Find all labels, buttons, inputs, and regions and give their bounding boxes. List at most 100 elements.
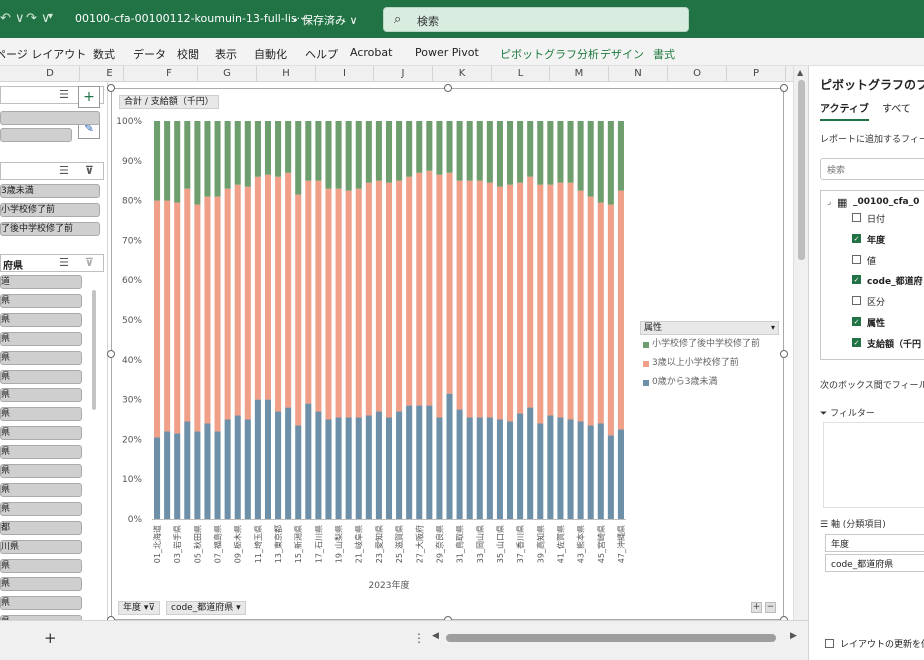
scroll-right-icon[interactable]: ▶ bbox=[790, 631, 797, 641]
field-checkbox[interactable]: ✓ bbox=[852, 337, 861, 347]
column-header[interactable]: N bbox=[609, 66, 668, 82]
tab-all[interactable]: すべて bbox=[882, 100, 911, 115]
slicer3-item[interactable]: 県 bbox=[0, 464, 82, 478]
field-checkbox[interactable] bbox=[852, 254, 861, 264]
table-node[interactable]: ⌟ ▦ _00100_cfa_0 bbox=[827, 196, 919, 209]
tab-active[interactable]: アクティブ bbox=[820, 100, 869, 121]
slicer1-item[interactable] bbox=[0, 128, 72, 142]
clear-filter-icon[interactable]: ⊽ bbox=[85, 256, 94, 269]
worksheet-grid[interactable]: 合計 / 支給額（千円） 0% 10% 20% 30% 40% 50% 60% 70% 80% 9… bbox=[107, 82, 793, 624]
multi-select-icon[interactable]: ☰ bbox=[59, 256, 69, 269]
ribbon-tab[interactable]: データ bbox=[133, 46, 166, 62]
column-header[interactable]: H bbox=[257, 66, 316, 82]
filter-drop-area[interactable] bbox=[823, 422, 924, 508]
column-header[interactable]: D bbox=[21, 66, 80, 82]
slicer1-item[interactable] bbox=[0, 111, 100, 125]
slicer3-scrollbar[interactable] bbox=[92, 290, 96, 410]
axis-item-pref[interactable]: code_都道府県 bbox=[825, 554, 924, 572]
slicer3-item[interactable]: 県 bbox=[0, 558, 82, 573]
slicer3-item[interactable]: 県 bbox=[0, 577, 82, 592]
column-header[interactable]: I bbox=[316, 66, 374, 82]
field-checkbox[interactable] bbox=[852, 213, 861, 222]
redo-icon[interactable]: ↷ ∨ bbox=[26, 11, 51, 26]
resize-handle[interactable] bbox=[780, 350, 788, 358]
scroll-left-icon[interactable]: ◀ bbox=[432, 631, 439, 641]
customize-qat-icon[interactable]: ▾ bbox=[48, 11, 53, 22]
scroll-up-icon[interactable]: ▲ bbox=[797, 68, 803, 77]
slicer3-item[interactable]: 県 bbox=[0, 369, 82, 384]
field-checkbox[interactable]: ✓ bbox=[852, 233, 861, 243]
axis-field-button-pref[interactable]: code_都道府県 ▾ bbox=[166, 601, 246, 615]
slicer3-item[interactable]: 県 bbox=[0, 388, 82, 403]
column-header[interactable]: E bbox=[96, 66, 124, 82]
slicer3-item[interactable]: 川県 bbox=[0, 539, 82, 554]
horizontal-scroll-thumb[interactable] bbox=[446, 634, 776, 642]
pivot-chart[interactable]: 合計 / 支給額（千円） 0% 10% 20% 30% 40% 50% 60% 70% 80% 9… bbox=[111, 88, 784, 620]
slicer3-item[interactable]: 県 bbox=[0, 331, 82, 346]
collapse-field-button[interactable]: − bbox=[765, 602, 776, 613]
search-box[interactable]: ⌕ 検索 bbox=[383, 7, 689, 32]
ribbon-tab[interactable]: ヘルプ bbox=[305, 46, 338, 62]
slicer2-item[interactable]: 了後中学校修了前 bbox=[0, 222, 100, 236]
ribbon-context-tab[interactable]: 書式 bbox=[653, 46, 675, 62]
vertical-scrollbar[interactable]: ▲ ▼ bbox=[793, 66, 808, 638]
clear-filter-icon[interactable]: ⊽ bbox=[85, 164, 94, 177]
field-checkbox[interactable] bbox=[852, 296, 861, 306]
collapse-icon[interactable]: ⌟ bbox=[827, 197, 831, 207]
slicer2-item[interactable]: 3歳未満 bbox=[0, 184, 100, 198]
horizontal-scrollbar[interactable]: ◀ ▶ bbox=[430, 631, 802, 645]
slicer3-item[interactable]: 県 bbox=[0, 501, 82, 516]
undo-icon[interactable]: ↶ ∨ bbox=[0, 11, 25, 26]
slicer3-item[interactable]: 県 bbox=[0, 596, 82, 611]
legend-field-button[interactable]: 属性 ▾ bbox=[640, 321, 779, 335]
add-icon[interactable]: + bbox=[78, 86, 100, 108]
slicer3-item[interactable]: 道 bbox=[0, 275, 82, 289]
slicer3-item[interactable]: 県 bbox=[0, 293, 82, 308]
slicer3-item[interactable]: 県 bbox=[0, 312, 82, 327]
add-sheet-button[interactable]: + bbox=[44, 629, 57, 647]
column-header[interactable]: K bbox=[433, 66, 492, 82]
slicer2-item[interactable]: 小学校修了前 bbox=[0, 203, 100, 217]
resize-handle[interactable] bbox=[107, 350, 115, 358]
resize-handle[interactable] bbox=[780, 84, 788, 92]
ribbon-context-tab[interactable]: ピボットグラフ分析 bbox=[500, 46, 599, 62]
column-header[interactable]: L bbox=[492, 66, 550, 82]
ribbon-tab[interactable]: 表示 bbox=[215, 46, 237, 62]
ribbon-context-tab[interactable]: デザイン bbox=[600, 46, 644, 62]
slicer3-header[interactable]: 府県 ☰ ⊽ bbox=[0, 254, 104, 272]
field-search-input[interactable]: 検索 bbox=[820, 158, 924, 180]
column-header[interactable]: F bbox=[141, 66, 198, 82]
slicer3-item[interactable]: 県 bbox=[0, 426, 82, 441]
save-status[interactable]: • 保存済み ∨ bbox=[292, 12, 358, 28]
more-options-icon[interactable]: ⋮ bbox=[413, 631, 425, 645]
chart-legend[interactable]: 属性 ▾ 小学校修了後中学校修了前 3歳以上小学校修了前 0歳から3歳未満 bbox=[640, 321, 779, 392]
ribbon-tab[interactable]: ページ レイアウト bbox=[0, 46, 86, 62]
field-checkbox[interactable]: ✓ bbox=[852, 275, 861, 285]
slicer3-item[interactable]: 県 bbox=[0, 407, 82, 422]
multi-select-icon[interactable]: ☰ bbox=[59, 164, 69, 177]
slicer2-header[interactable]: ☰ ⊽ bbox=[0, 162, 104, 180]
multi-select-icon[interactable]: ☰ bbox=[59, 88, 69, 101]
column-header[interactable]: M bbox=[550, 66, 609, 82]
column-header[interactable]: G bbox=[198, 66, 257, 82]
slicer3-item[interactable]: 県 bbox=[0, 482, 82, 497]
ribbon-tab[interactable]: 自動化 bbox=[254, 46, 287, 62]
ribbon-tab[interactable]: 校閲 bbox=[177, 46, 199, 62]
resize-handle[interactable] bbox=[444, 84, 452, 92]
field-checkbox[interactable]: ✓ bbox=[852, 317, 861, 326]
ribbon-tab[interactable]: Power Pivot bbox=[415, 46, 479, 59]
resize-handle[interactable] bbox=[107, 84, 115, 92]
column-header[interactable]: P bbox=[727, 66, 786, 82]
ribbon-tab[interactable]: Acrobat bbox=[350, 46, 392, 59]
column-header[interactable]: J bbox=[374, 66, 433, 82]
ribbon-tab[interactable]: 数式 bbox=[93, 46, 115, 62]
checkbox[interactable] bbox=[825, 639, 834, 648]
file-name[interactable]: 00100-cfa-00100112-koumuin-13-full-lis··… bbox=[75, 12, 307, 25]
slicer3-item[interactable]: 県 bbox=[0, 350, 82, 365]
column-header[interactable]: O bbox=[668, 66, 727, 82]
slicer3-item[interactable]: 県 bbox=[0, 445, 82, 460]
axis-item-year[interactable]: 年度 bbox=[825, 534, 924, 552]
vertical-scroll-thumb[interactable] bbox=[798, 80, 805, 260]
axis-field-button-year[interactable]: 年度 ▾⊽ bbox=[118, 601, 160, 615]
expand-field-button[interactable]: + bbox=[751, 602, 762, 613]
